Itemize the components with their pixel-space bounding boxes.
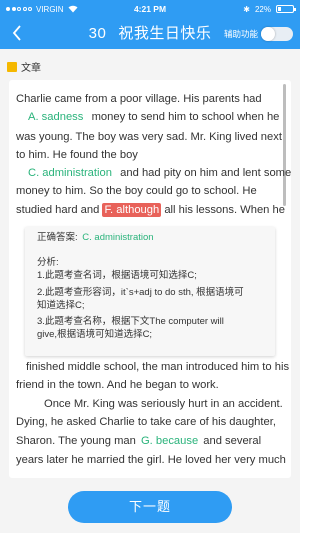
passage-line: money to him. So the boy could go to sch… bbox=[16, 185, 257, 197]
passage-text: studied hard and bbox=[16, 204, 100, 216]
analysis-label: 分析: bbox=[37, 257, 59, 268]
passage-line: A. sadness money to send him to school w… bbox=[26, 108, 279, 126]
analysis-item: 1.此题考查名词，根据语境可知选择C; bbox=[37, 270, 197, 281]
question-number: 30 bbox=[88, 25, 107, 42]
nav-bar: 30 祝我生日快乐 辅助功能 bbox=[0, 18, 300, 49]
article-icon bbox=[7, 61, 17, 72]
passage-line: friend in the town. And he began to work… bbox=[16, 379, 219, 391]
correct-answer-label: 正确答案: bbox=[37, 232, 78, 243]
answer-blank-wrong[interactable]: F. although bbox=[102, 203, 162, 217]
passage-line: finished middle school, the man introduc… bbox=[26, 361, 290, 373]
passage-line: Once Mr. King was seriously hurt in an a… bbox=[44, 398, 283, 410]
passage-text: Sharon. The young man bbox=[16, 435, 136, 447]
passage-line: years later he married the girl. He love… bbox=[16, 454, 286, 466]
correct-answer-value: C. administration bbox=[82, 232, 154, 243]
title-text: 祝我生日快乐 bbox=[118, 25, 212, 42]
analysis-item: 2.此题考查形容词，it`s+adj to do sth, 根据语境可 bbox=[37, 287, 244, 298]
passage-text: money to send him to school when he bbox=[91, 111, 280, 123]
answer-blank[interactable]: C. administration bbox=[26, 167, 114, 179]
answer-blank[interactable]: G. because bbox=[139, 435, 200, 447]
passage-text: and several bbox=[203, 435, 262, 447]
correct-answer-row: 正确答案: C. administration bbox=[37, 231, 156, 244]
analysis-item: give,根据语境可知道选择C; bbox=[37, 329, 153, 340]
scrollbar[interactable] bbox=[283, 80, 286, 478]
analysis-item: 知道选择C; bbox=[37, 300, 85, 311]
passage-line: Dying, he asked Charlie to take care of … bbox=[16, 416, 276, 428]
explanation-panel: 正确答案: C. administration 分析: 1.此题考查名词，根据语… bbox=[25, 227, 275, 356]
passage-text: all his lessons. When he bbox=[164, 204, 285, 216]
passage-text: and had pity on him and lent some bbox=[120, 167, 292, 179]
passage-line: was young. The boy was very sad. Mr. Kin… bbox=[16, 131, 282, 143]
battery-icon bbox=[276, 5, 296, 13]
assist-toggle[interactable] bbox=[261, 27, 293, 41]
status-time: 4:21 PM bbox=[133, 4, 167, 14]
passage-line: Charlie came from a poor village. His pa… bbox=[16, 93, 262, 105]
passage-line: C. administration and had pity on him an… bbox=[26, 164, 291, 182]
answer-blank[interactable]: A. sadness bbox=[26, 111, 85, 123]
section-header: 文章 bbox=[7, 59, 41, 74]
passage-line: studied hard and F. although all his les… bbox=[16, 201, 285, 219]
status-bar: VIRGIN 4:21 PM ✱ 22% bbox=[0, 0, 300, 18]
passage-line: to him. He found the boy bbox=[16, 149, 138, 161]
toggle-knob bbox=[261, 27, 275, 41]
analysis-item: 3.此题考查名称，根据下文The computer will bbox=[37, 316, 224, 327]
passage-line: Sharon. The young man G. because and sev… bbox=[16, 432, 261, 450]
section-label: 文章 bbox=[21, 63, 41, 74]
next-question-button[interactable]: 下一题 bbox=[68, 491, 232, 523]
assist-label: 辅助功能 bbox=[224, 29, 259, 39]
scroll-thumb[interactable] bbox=[283, 84, 286, 206]
